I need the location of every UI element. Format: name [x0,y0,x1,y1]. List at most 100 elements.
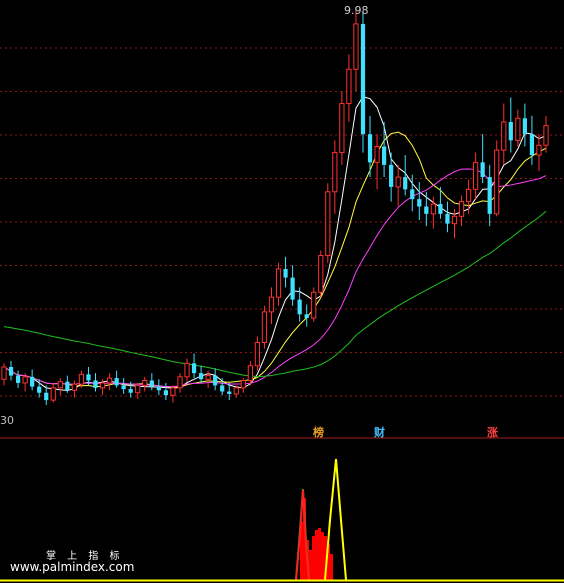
candle [494,140,500,217]
candle-body [121,385,126,390]
indicator-bar [315,530,318,580]
candle-body [99,382,106,389]
ma10-line [3,131,547,388]
watermark-url: www.palmindex.com [10,560,135,574]
candle-body [247,365,253,381]
candle [472,152,479,200]
candle [93,373,98,392]
candle-body [487,177,492,214]
candle-body [395,176,401,188]
candle [149,373,154,391]
candle [1,363,7,386]
ma20-line [3,168,547,388]
candle [121,378,126,394]
candle-body [261,311,268,344]
candle [536,134,542,171]
indicator-bar [318,528,321,580]
candles [1,8,549,405]
candle-body [529,134,535,156]
candle [15,370,21,388]
candlestick-chart [0,8,564,582]
candle-body [275,268,282,298]
candle [106,373,113,391]
candle [220,378,225,396]
candle-body [15,375,21,383]
candle-body [480,162,485,178]
candle-body [283,268,288,278]
candle [515,109,521,147]
indicator-bar [312,536,315,580]
candle [417,181,422,220]
candle-body [191,363,197,374]
candle-body [240,379,246,389]
candle [254,336,261,371]
candle-body [417,199,422,207]
left-edge-label: 30 [0,414,14,427]
candle [325,183,331,263]
candle-body [410,189,415,200]
candle-body [135,384,141,394]
candle-body [403,177,408,190]
candle [261,305,268,349]
candle-body [445,213,450,224]
candle-body [57,381,63,389]
candle [381,121,387,178]
candle-body [353,23,359,70]
candle-body [205,375,211,380]
candle-body [311,291,317,319]
candle-body [297,299,302,315]
candle [304,304,309,327]
candle-body [114,378,119,386]
candle [213,368,218,391]
candle-body [472,161,479,190]
candle-body [142,379,148,386]
candle [339,91,345,165]
ma5-line [3,96,547,392]
candle [487,164,492,227]
candle-body [522,118,527,135]
candle-body [156,386,161,391]
candle-body [494,149,500,215]
candle-body [508,121,513,141]
candle-body [37,386,42,393]
candle-body [318,255,324,293]
candle [374,134,380,190]
candle-body [170,387,176,396]
candle-body [304,314,309,319]
candle-body [177,376,183,389]
candle [50,382,56,403]
candle-body [44,392,49,401]
candle [71,380,78,398]
candle [389,152,394,202]
candle [198,365,204,383]
candle [163,382,169,401]
candle [332,140,338,214]
candle [57,378,63,396]
signal-label-cai: 财 [374,426,385,439]
signal-label-bang: 榜 [313,426,324,439]
candle-body [198,373,204,380]
candle [65,375,70,393]
candle-body [451,215,458,225]
candle-body [458,201,465,217]
candle-body [346,68,352,105]
candle [184,358,190,382]
candle [142,376,148,392]
candle-body [65,381,70,391]
candle-body [339,103,345,154]
candle-body [268,296,275,313]
candle-body [360,23,366,135]
candle [170,385,176,403]
candle-body [438,204,443,214]
price-gridlines [0,47,564,397]
candle [177,373,183,393]
candle [508,97,513,153]
candle [410,174,415,212]
candle-body [30,376,35,387]
candle [465,179,472,214]
moving-average-lines [3,96,547,392]
candle-body [381,146,387,165]
candle-body [71,383,78,391]
candle [275,262,282,306]
candle-body [50,387,56,401]
